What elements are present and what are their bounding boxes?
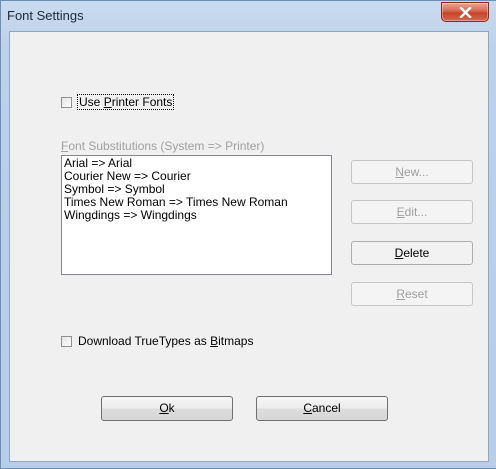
label-part: itmaps [218, 334, 254, 348]
title-bar[interactable]: Font Settings [1, 1, 496, 31]
label-part: eset [404, 287, 428, 301]
font-settings-window: Font Settings Use Printer Fonts Font Sub… [0, 0, 496, 469]
label-accel: B [210, 334, 219, 348]
label-part: Download TrueTypes as [78, 334, 211, 348]
list-item[interactable]: Wingdings => Wingdings [64, 209, 329, 222]
label-accel: C [303, 401, 312, 415]
use-printer-fonts-row[interactable]: Use Printer Fonts [61, 94, 175, 110]
ok-button[interactable]: Ok [101, 396, 233, 421]
label-accel: O [159, 401, 169, 415]
font-substitutions-label: Font Substitutions (System => Printer) [61, 139, 264, 153]
label-part: dit... [404, 205, 428, 219]
dialog-client-area: Use Printer Fonts Font Substitutions (Sy… [9, 31, 489, 462]
label-part: k [168, 401, 175, 415]
window-title: Font Settings [7, 8, 84, 23]
cancel-button[interactable]: Cancel [256, 396, 388, 421]
edit-button[interactable]: Edit... [351, 200, 473, 224]
new-button[interactable]: New... [351, 160, 473, 184]
label-accel: R [396, 287, 405, 301]
label-part: rinter Fonts [111, 95, 173, 109]
label-accel: N [395, 165, 404, 179]
label-accel: P [103, 95, 112, 109]
use-printer-fonts-checkbox[interactable] [61, 96, 72, 108]
download-truetypes-checkbox[interactable] [61, 335, 72, 347]
label-part: ew... [403, 165, 429, 179]
close-button[interactable] [441, 2, 489, 22]
reset-button[interactable]: Reset [351, 282, 473, 306]
delete-button[interactable]: Delete [351, 241, 473, 265]
label-part: ont Substitutions (System => Printer) [68, 139, 265, 153]
label-part: Use [79, 95, 104, 109]
label-accel: D [394, 246, 404, 260]
download-truetypes-row[interactable]: Download TrueTypes as Bitmaps [61, 334, 253, 348]
font-substitutions-list[interactable]: Arial => Arial Courier New => Courier Sy… [61, 155, 332, 275]
label-part: ancel [311, 401, 341, 415]
label-accel: E [396, 205, 405, 219]
use-printer-fonts-label[interactable]: Use Printer Fonts [76, 94, 175, 110]
label-part: elete [403, 246, 430, 260]
download-truetypes-label[interactable]: Download TrueTypes as Bitmaps [78, 334, 253, 348]
